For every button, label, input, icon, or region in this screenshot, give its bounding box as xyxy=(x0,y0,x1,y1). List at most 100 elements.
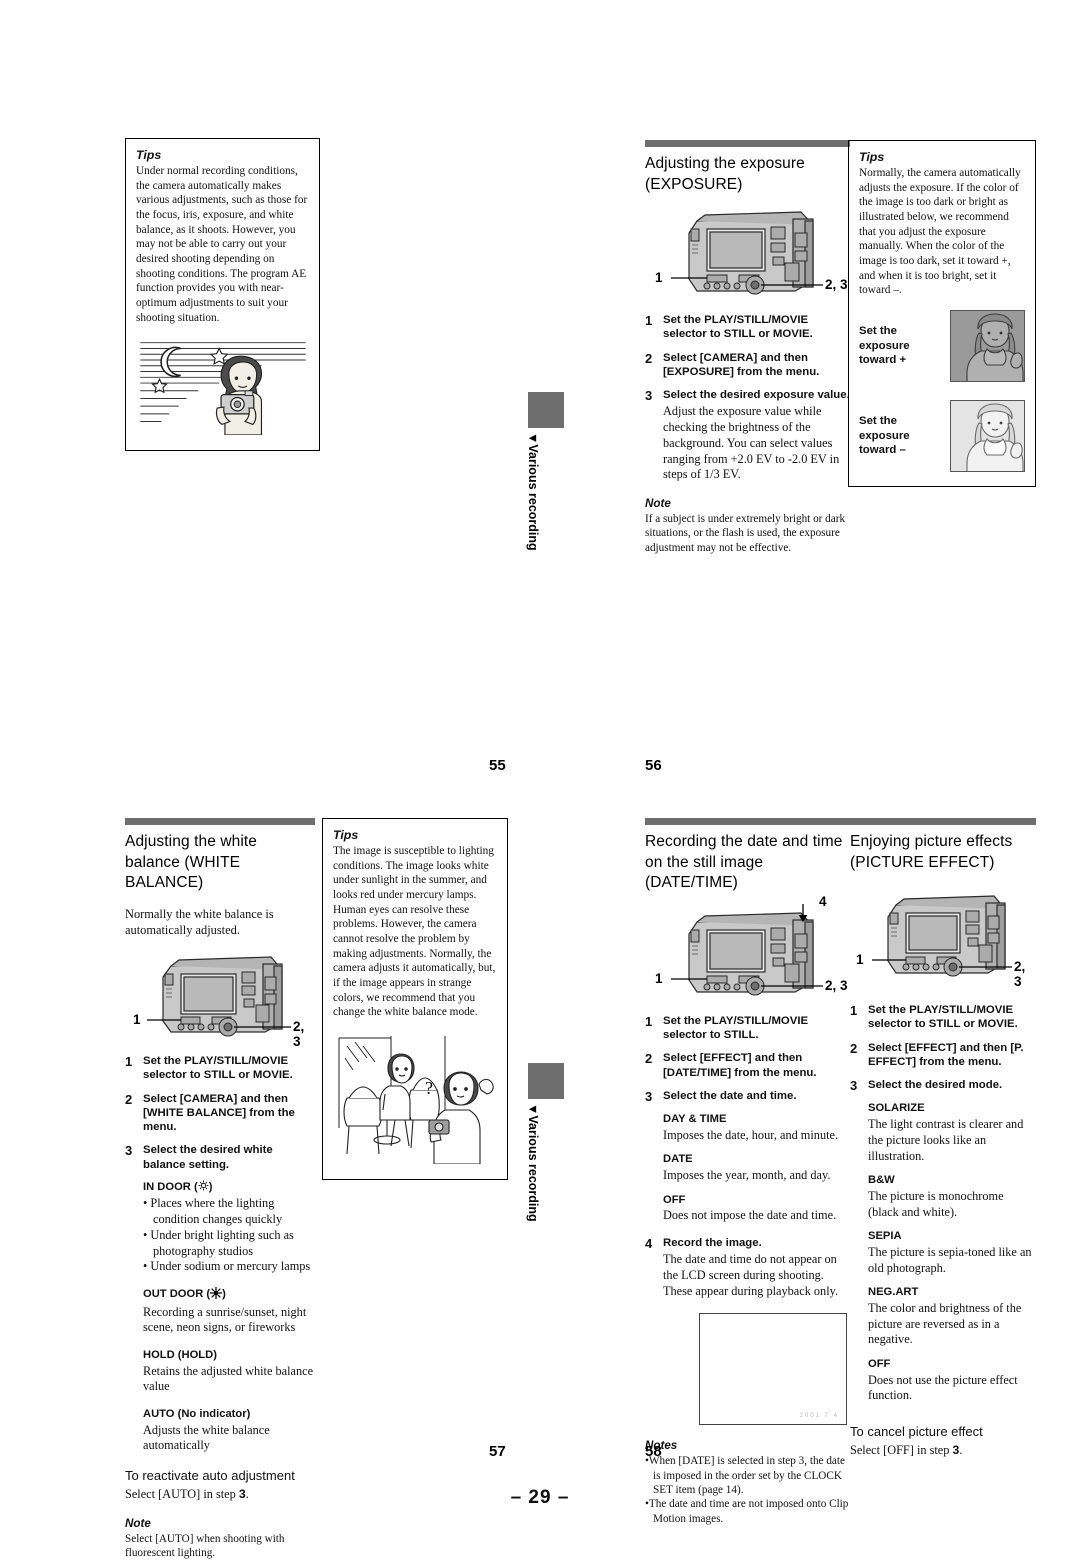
step-item: 3 Select the date and time. DAY & TIME I… xyxy=(645,1089,850,1224)
page-55: Tips Under normal recording conditions, … xyxy=(125,138,320,452)
step-title: Select the desired exposure value. xyxy=(663,389,850,402)
section-rule xyxy=(645,140,850,147)
option-desc: Retains the adjusted white balance value xyxy=(143,1363,314,1394)
option-desc: Imposes the year, month, and day. xyxy=(663,1167,831,1182)
subsection-title: To cancel picture effect xyxy=(850,1424,983,1440)
section-rule xyxy=(850,818,1036,825)
step-item: 1 Set the PLAY/STILL/MOVIE selector to S… xyxy=(125,1054,315,1083)
step-number: 3 xyxy=(645,1088,653,1104)
date-stamp: 2001 7 4 xyxy=(799,1413,839,1420)
step-item: 2 Select [CAMERA] and then [WHITE BALANC… xyxy=(125,1092,315,1135)
option-name: OFF xyxy=(663,1193,686,1206)
step-title: Select [EFFECT] and then [P. EFFECT] fro… xyxy=(868,1041,1024,1068)
tips-heading: Tips xyxy=(333,828,359,842)
step-number: 3 xyxy=(850,1078,858,1094)
step-text: The date and time do not appear on the L… xyxy=(663,1252,839,1298)
step-number: 3 xyxy=(645,388,653,404)
camera-callout-2-3: 2, 3 xyxy=(825,977,848,993)
sun-icon xyxy=(209,1286,223,1304)
step-item: 2 Select [EFFECT] and then [P. EFFECT] f… xyxy=(850,1041,1036,1070)
page-58: Recording the date and time on the still… xyxy=(645,818,850,1526)
option-item: HOLD (HOLD) Retains the adjusted white b… xyxy=(143,1348,315,1395)
camera-callout-1: 1 xyxy=(655,270,663,286)
step-text: Adjust the exposure value while checking… xyxy=(663,404,840,482)
option-name: HOLD (HOLD) xyxy=(143,1349,217,1362)
tips-box: Tips Under normal recording conditions, … xyxy=(125,138,320,452)
exposure-sample-dark xyxy=(950,310,1025,383)
page-57: Adjusting the white balance (WHITE BALAN… xyxy=(125,818,315,1561)
step-item: 3 Select the desired white balance setti… xyxy=(125,1143,315,1454)
page-number: 55 xyxy=(489,757,506,774)
page-title: Adjusting the white balance (WHITE BALAN… xyxy=(125,833,258,892)
option-item: OFF Does not impose the date and time. xyxy=(663,1193,850,1224)
option-name: SEPIA xyxy=(868,1230,902,1243)
step-number: 2 xyxy=(645,1051,653,1067)
page-number: 56 xyxy=(645,757,662,774)
option-desc: Imposes the date, hour, and minute. xyxy=(663,1127,839,1142)
step-item: 3 Select the desired exposure value. Adj… xyxy=(645,388,850,483)
option-item: SOLARIZE The light contrast is clearer a… xyxy=(868,1101,1036,1164)
page-56-tips: Tips Normally, the camera automatically … xyxy=(848,140,1036,488)
note-body: If a subject is under extremely bright o… xyxy=(645,513,846,554)
option-name: NEG.ART xyxy=(868,1286,919,1299)
camera-callout-1: 1 xyxy=(655,970,663,986)
option-item: DAY & TIME Imposes the date, hour, and m… xyxy=(663,1112,850,1143)
camera-callout-2-3: 2, 3 xyxy=(825,277,848,293)
step-title: Record the image. xyxy=(663,1236,762,1249)
side-tab-block xyxy=(528,392,564,428)
step-title: Select the date and time. xyxy=(663,1089,797,1102)
option-item: OFF Does not use the picture effect func… xyxy=(868,1357,1036,1404)
option-name-close: ) xyxy=(208,1180,213,1193)
page-57-tips: Tips The image is susceptible to lightin… xyxy=(322,818,508,1181)
step-number: 1 xyxy=(850,1003,858,1019)
option-item: AUTO (No indicator) Adjusts the white ba… xyxy=(143,1407,315,1454)
option-desc: Adjusts the white balance automatically xyxy=(143,1422,270,1453)
option-name: SOLARIZE xyxy=(868,1102,925,1115)
option-bullet: Under bright lighting such as photograph… xyxy=(143,1228,315,1259)
camera-rear-view-diagram: 1 2, 3 xyxy=(645,207,850,303)
option-name-text: OUT DOOR ( xyxy=(143,1288,211,1301)
step-title: Set the PLAY/STILL/MOVIE selector to STI… xyxy=(143,1055,293,1082)
option-name: AUTO (No indicator) xyxy=(143,1408,251,1421)
page-lead: Normally the white balance is automatica… xyxy=(125,906,274,937)
tips-box: Tips Normally, the camera automatically … xyxy=(848,140,1036,488)
lcd-sample-screen: 2001 7 4 xyxy=(699,1313,847,1426)
option-item: OUT DOOR ( ) Recording a sunrise/sunset,… xyxy=(143,1286,315,1336)
camera-callout-1: 1 xyxy=(856,952,864,968)
step-title: Set the PLAY/STILL/MOVIE selector to STI… xyxy=(663,314,813,341)
step-title: Set the PLAY/STILL/MOVIE selector to STI… xyxy=(868,1004,1018,1031)
camera-callout-4: 4 xyxy=(819,893,827,909)
side-tab-label: ▼Various recording xyxy=(526,432,540,551)
page-picture-effect: Enjoying picture effects (PICTURE EFFECT… xyxy=(850,818,1036,1459)
step-title: Select the desired white balance setting… xyxy=(143,1144,273,1171)
page-title: Recording the date and time on the still… xyxy=(645,833,843,892)
night-scene-photographer-illustration xyxy=(136,335,310,440)
option-desc: The light contrast is clearer and the pi… xyxy=(868,1117,1024,1163)
step-item: 3 Select the desired mode. SOLARIZE The … xyxy=(850,1078,1036,1404)
step-item: 1 Set the PLAY/STILL/MOVIE selector to S… xyxy=(850,1003,1036,1032)
step-number: 3 xyxy=(125,1143,133,1159)
option-item: SEPIA The picture is sepia-toned like an… xyxy=(868,1229,1036,1276)
option-name-text: IN DOOR ( xyxy=(143,1180,198,1193)
page-number: 57 xyxy=(489,1443,506,1460)
step-title: Set the PLAY/STILL/MOVIE selector to STI… xyxy=(663,1014,809,1042)
option-desc: The picture is monochrome (black and whi… xyxy=(868,1188,1004,1219)
camera-callout-2-3: 2, 3 xyxy=(293,1019,305,1050)
step-number: 1 xyxy=(645,313,653,329)
side-tab-block xyxy=(528,1063,564,1099)
option-bullet: Under sodium or mercury lamps xyxy=(143,1259,315,1275)
option-name: OFF xyxy=(868,1358,891,1371)
option-item: IN DOOR ( ) • Places where the lighting … xyxy=(143,1180,315,1275)
option-name-close: ) xyxy=(222,1288,226,1301)
step-title: Select [CAMERA] and then [WHITE BALANCE]… xyxy=(143,1092,295,1134)
sheet-marker: – 29 – xyxy=(510,1487,570,1508)
option-desc: Recording a sunrise/sunset, night scene,… xyxy=(143,1304,307,1335)
step-title: Select [CAMERA] and then [EXPOSURE] from… xyxy=(663,351,820,378)
option-item: DATE Imposes the year, month, and day. xyxy=(663,1152,850,1183)
exposure-example-row: Set the exposure toward – xyxy=(859,400,1025,473)
option-bullet: Places where the lighting condition chan… xyxy=(143,1196,315,1227)
option-bullets: Places where the lighting condition chan… xyxy=(143,1196,315,1275)
tips-body: Normally, the camera automatically adjus… xyxy=(859,167,1021,297)
option-name: IN DOOR ( ) xyxy=(143,1180,315,1196)
option-name: DAY & TIME xyxy=(663,1113,727,1126)
